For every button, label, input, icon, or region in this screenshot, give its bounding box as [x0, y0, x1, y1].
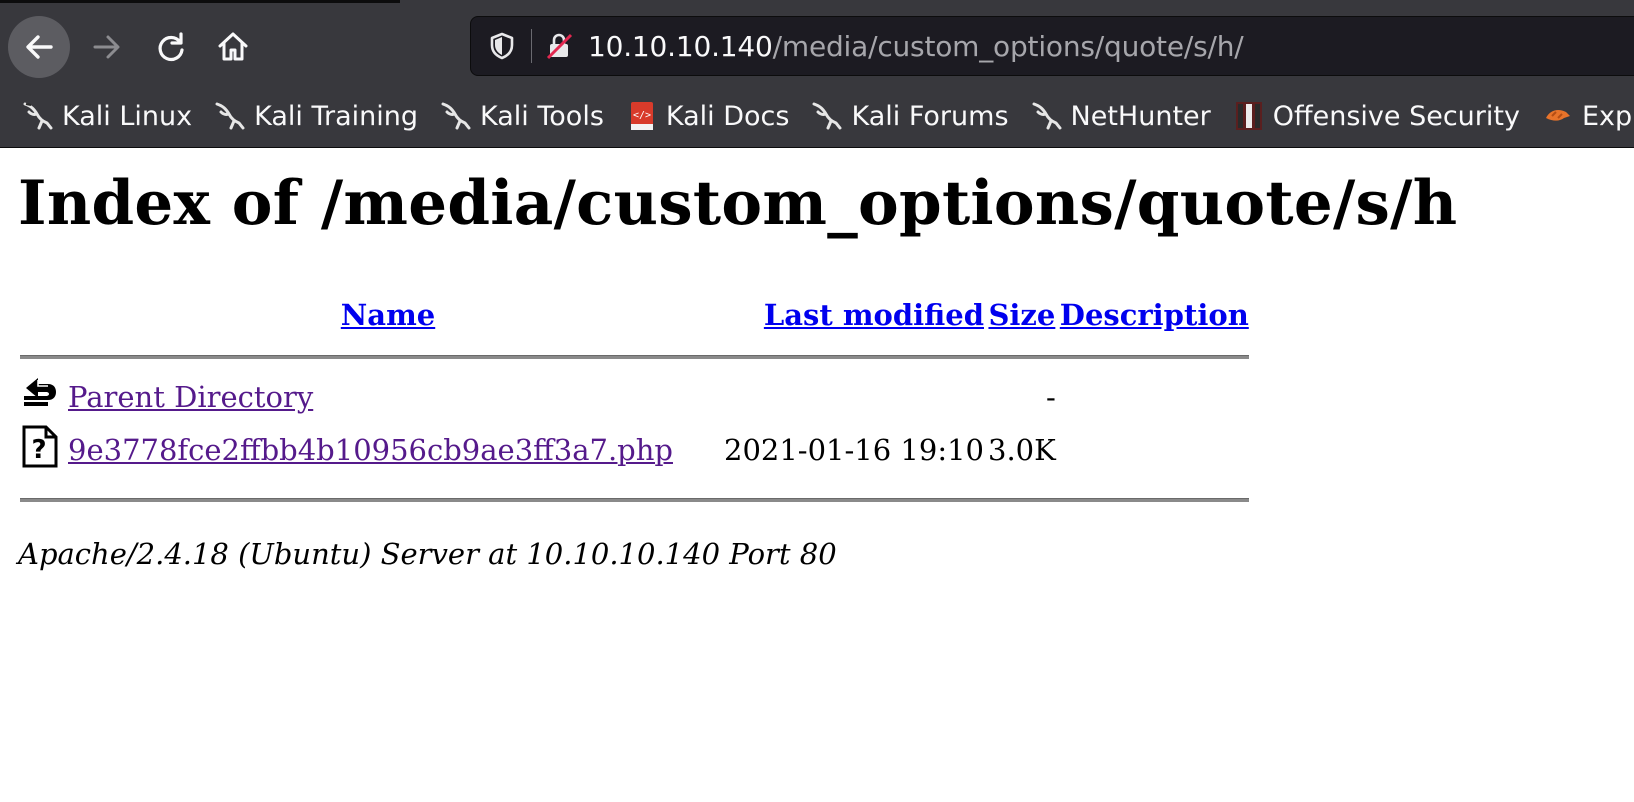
- horizontal-rule: [20, 498, 1249, 502]
- name-header[interactable]: Name: [68, 294, 708, 336]
- offsec-icon: [1231, 98, 1267, 134]
- svg-text:?: ?: [31, 435, 46, 465]
- last-modified-cell: [712, 372, 984, 422]
- size-header[interactable]: Size: [988, 294, 1056, 336]
- sort-by-last-modified-link[interactable]: Last modified: [764, 298, 984, 332]
- sort-by-description-link[interactable]: Description: [1060, 298, 1249, 332]
- forward-arrow-icon: [93, 35, 120, 59]
- icon-cell: ?: [20, 424, 64, 475]
- back-button[interactable]: [8, 16, 70, 78]
- size-cell: 3.0K: [988, 432, 1056, 467]
- bookmark-label: NetHunter: [1070, 100, 1211, 132]
- server-signature: Apache/2.4.18 (Ubuntu) Server at 10.10.1…: [18, 537, 837, 571]
- icon-cell: [20, 372, 64, 422]
- url-host: 10.10.10.140: [588, 29, 773, 63]
- parent-directory-link[interactable]: Parent Directory: [68, 380, 313, 414]
- bookmark-kali-training[interactable]: Kali Training: [212, 92, 418, 140]
- sort-by-size-link[interactable]: Size: [988, 298, 1055, 332]
- kali-dragon-icon: [212, 98, 248, 134]
- description-cell: [1060, 372, 1249, 422]
- bookmark-kali-linux[interactable]: Kali Linux: [20, 92, 192, 140]
- horizontal-rule: [20, 355, 1249, 359]
- home-button[interactable]: [202, 16, 264, 78]
- last-modified-header[interactable]: Last modified: [712, 294, 984, 336]
- bookmark-label: Exp: [1581, 100, 1633, 132]
- separator-row: [20, 477, 1249, 513]
- bookmark-offensive-security[interactable]: Offensive Security: [1231, 92, 1520, 140]
- page-content: Index of /media/custom_options/quote/s/h…: [0, 168, 1634, 571]
- address-bar-separator: [531, 29, 532, 63]
- back-arrow-icon: [26, 35, 53, 59]
- bookmark-label: Kali Docs: [665, 100, 790, 132]
- unknown-file-icon: ?: [20, 425, 60, 475]
- bookmark-exploit-db[interactable]: Exp: [1540, 92, 1632, 140]
- name-cell: Parent Directory: [68, 372, 708, 422]
- bookmark-kali-docs[interactable]: </> Kali Docs: [624, 92, 790, 140]
- url-path: /media/custom_options/quote/s/h/: [772, 29, 1244, 63]
- file-link[interactable]: 9e3778fce2ffbb4b10956cb9ae3ff3a7.php: [68, 433, 673, 467]
- bookmark-label: Offensive Security: [1272, 100, 1520, 132]
- navigation-toolbar: 10.10.10.140/media/custom_options/quote/…: [0, 4, 1634, 86]
- bookmark-label: Kali Tools: [480, 100, 604, 132]
- kali-dragon-icon: [809, 98, 845, 134]
- bookmark-label: Kali Linux: [62, 100, 193, 132]
- browser-chrome: 10.10.10.140/media/custom_options/quote/…: [0, 0, 1634, 148]
- kali-dragon-icon: [20, 98, 56, 134]
- insecure-connection-lock-icon[interactable]: [544, 31, 574, 61]
- description-cell: [1060, 424, 1249, 475]
- sort-by-name-link[interactable]: Name: [341, 298, 435, 332]
- table-row: Parent Directory -: [20, 372, 1249, 422]
- kali-dragon-icon: [1029, 98, 1065, 134]
- table-header-row: Name Last modified Size Description: [20, 294, 1249, 336]
- bookmark-kali-tools[interactable]: Kali Tools: [438, 92, 604, 140]
- reload-icon: [158, 32, 184, 62]
- svg-text:</>: </>: [633, 110, 651, 121]
- forward-button[interactable]: [76, 16, 138, 78]
- directory-listing-table: Name Last modified Size Description Pare…: [16, 292, 1253, 515]
- bookmark-nethunter[interactable]: NetHunter: [1029, 92, 1211, 140]
- home-icon: [218, 32, 248, 61]
- description-header[interactable]: Description: [1060, 294, 1249, 336]
- page-title: Index of /media/custom_options/quote/s/h: [18, 168, 1458, 239]
- bookmark-label: Kali Training: [254, 100, 419, 132]
- size-cell: -: [1045, 380, 1056, 414]
- icon-header: [20, 294, 64, 336]
- tracking-protection-shield-icon[interactable]: [487, 31, 517, 61]
- reload-button[interactable]: [140, 16, 202, 78]
- bookmark-label: Kali Forums: [851, 100, 1009, 132]
- parent-directory-icon: [20, 377, 60, 421]
- table-row: ? 9e3778fce2ffbb4b10956cb9ae3ff3a7.php 2…: [20, 424, 1249, 475]
- last-modified-cell: 2021-01-16 19:10: [724, 432, 984, 467]
- kali-dragon-icon: [438, 98, 474, 134]
- address-bar[interactable]: 10.10.10.140/media/custom_options/quote/…: [470, 16, 1634, 76]
- separator-row: [20, 338, 1249, 370]
- name-cell: 9e3778fce2ffbb4b10956cb9ae3ff3a7.php: [68, 424, 708, 475]
- bookmarks-toolbar: Kali Linux Kali Training Kali Tools </> …: [0, 90, 1634, 142]
- exploit-db-icon: [1540, 98, 1576, 134]
- bookmark-kali-forums[interactable]: Kali Forums: [809, 92, 1009, 140]
- kali-docs-icon: </>: [624, 98, 660, 134]
- tab-strip: [0, 0, 400, 3]
- url-text[interactable]: 10.10.10.140/media/custom_options/quote/…: [588, 30, 1244, 63]
